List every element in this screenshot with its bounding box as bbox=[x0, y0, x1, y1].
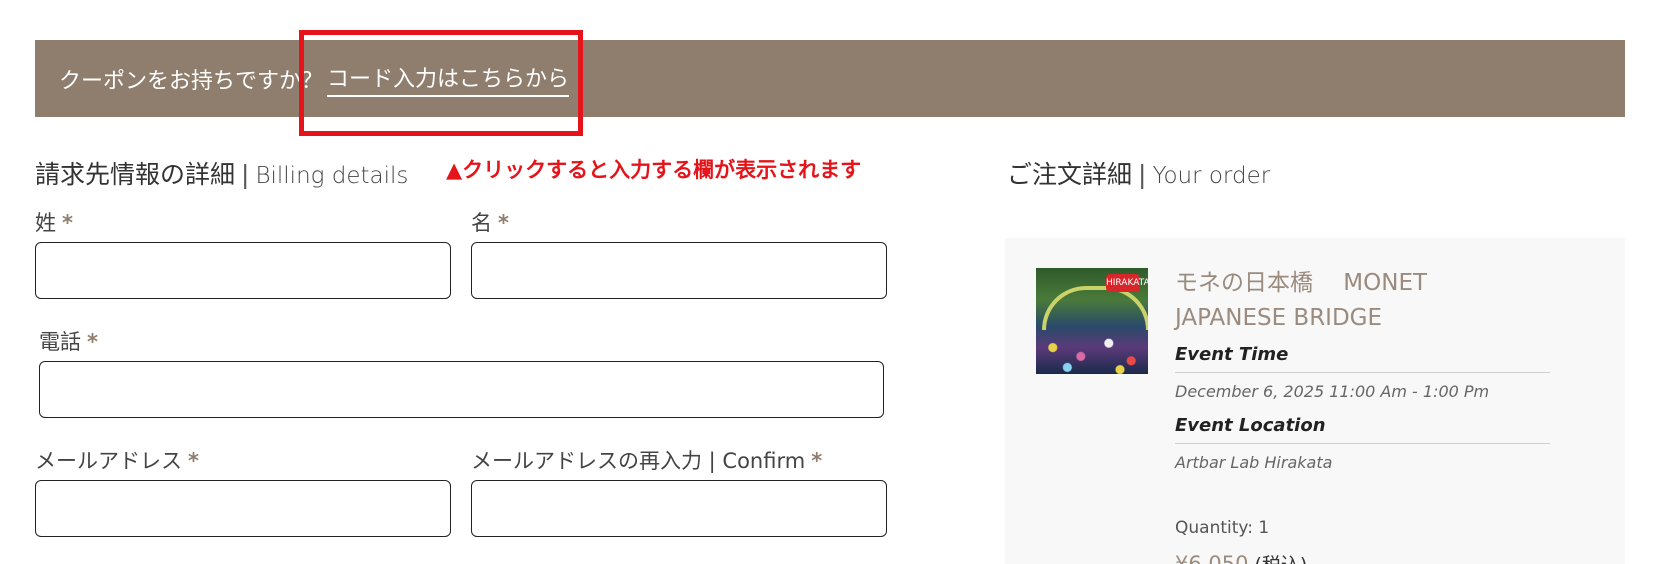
email-input[interactable] bbox=[35, 480, 451, 537]
email-label: メールアドレス * bbox=[35, 445, 199, 475]
phone-input[interactable] bbox=[39, 361, 884, 418]
event-location-value: Artbar Lab Hirakata bbox=[1175, 453, 1333, 472]
coupon-code-link[interactable]: コード入力はこちらから bbox=[327, 61, 570, 97]
order-heading: ご注文詳細 | Your order bbox=[1007, 155, 1270, 191]
divider bbox=[1175, 372, 1550, 373]
coupon-prompt: クーポンをお持ちですか？ bbox=[59, 68, 324, 94]
last-name-label: 姓 * bbox=[35, 207, 73, 237]
event-time-value: December 6, 2025 11:00 Am - 1:00 Pm bbox=[1175, 382, 1490, 401]
coupon-bar: クーポンをお持ちですか？ コード入力はこちらから bbox=[35, 40, 1625, 117]
email-confirm-input[interactable] bbox=[471, 480, 887, 537]
first-name-label-text: 名 bbox=[471, 211, 492, 235]
first-name-label: 名 * bbox=[471, 207, 509, 237]
first-name-input[interactable] bbox=[471, 242, 887, 299]
divider bbox=[1175, 443, 1550, 444]
order-title-ja: ご注文詳細 bbox=[1007, 160, 1133, 189]
email-confirm-label-text: メールアドレスの再入力 | Confirm bbox=[471, 449, 806, 473]
event-time-label: Event Time bbox=[1175, 344, 1289, 365]
price-amount: ¥6,050 bbox=[1175, 552, 1249, 564]
required-marker: * bbox=[87, 330, 98, 354]
email-label-text: メールアドレス bbox=[35, 449, 182, 473]
order-title-separator: | bbox=[1138, 160, 1147, 189]
thumbnail-badge: HIRAKATA bbox=[1106, 274, 1148, 292]
billing-title-separator: | bbox=[241, 160, 250, 189]
phone-label-text: 電話 bbox=[39, 330, 81, 354]
billing-title-ja: 請求先情報の詳細 bbox=[35, 160, 236, 189]
product-name: モネの日本橋 MONET JAPANESE BRIDGE bbox=[1175, 270, 1428, 331]
billing-title-en: Billing details bbox=[255, 163, 409, 189]
phone-label: 電話 * bbox=[39, 326, 98, 356]
last-name-label-text: 姓 bbox=[35, 211, 56, 235]
price: ¥6,050 (税込) bbox=[1175, 550, 1307, 564]
product-thumbnail: HIRAKATA bbox=[1036, 268, 1148, 374]
quantity: Quantity: 1 bbox=[1175, 518, 1270, 538]
order-title-en: Your order bbox=[1152, 163, 1271, 189]
required-marker: * bbox=[498, 211, 509, 235]
required-marker: * bbox=[188, 449, 199, 473]
annotation-note: ▲クリックすると入力する欄が表示されます bbox=[446, 158, 862, 182]
tax-note: (税込) bbox=[1254, 554, 1307, 564]
email-confirm-label: メールアドレスの再入力 | Confirm * bbox=[471, 445, 822, 475]
event-location-label: Event Location bbox=[1175, 415, 1326, 436]
required-marker: * bbox=[811, 449, 823, 473]
checkout-page: クーポンをお持ちですか？ コード入力はこちらから 請求先情報の詳細 | Billin… bbox=[0, 0, 1658, 564]
last-name-input[interactable] bbox=[35, 242, 451, 299]
required-marker: * bbox=[62, 211, 73, 235]
bridge-graphic bbox=[1042, 286, 1148, 330]
billing-heading: 請求先情報の詳細 | Billing details bbox=[35, 155, 408, 191]
waterlily-graphic bbox=[1036, 330, 1148, 374]
